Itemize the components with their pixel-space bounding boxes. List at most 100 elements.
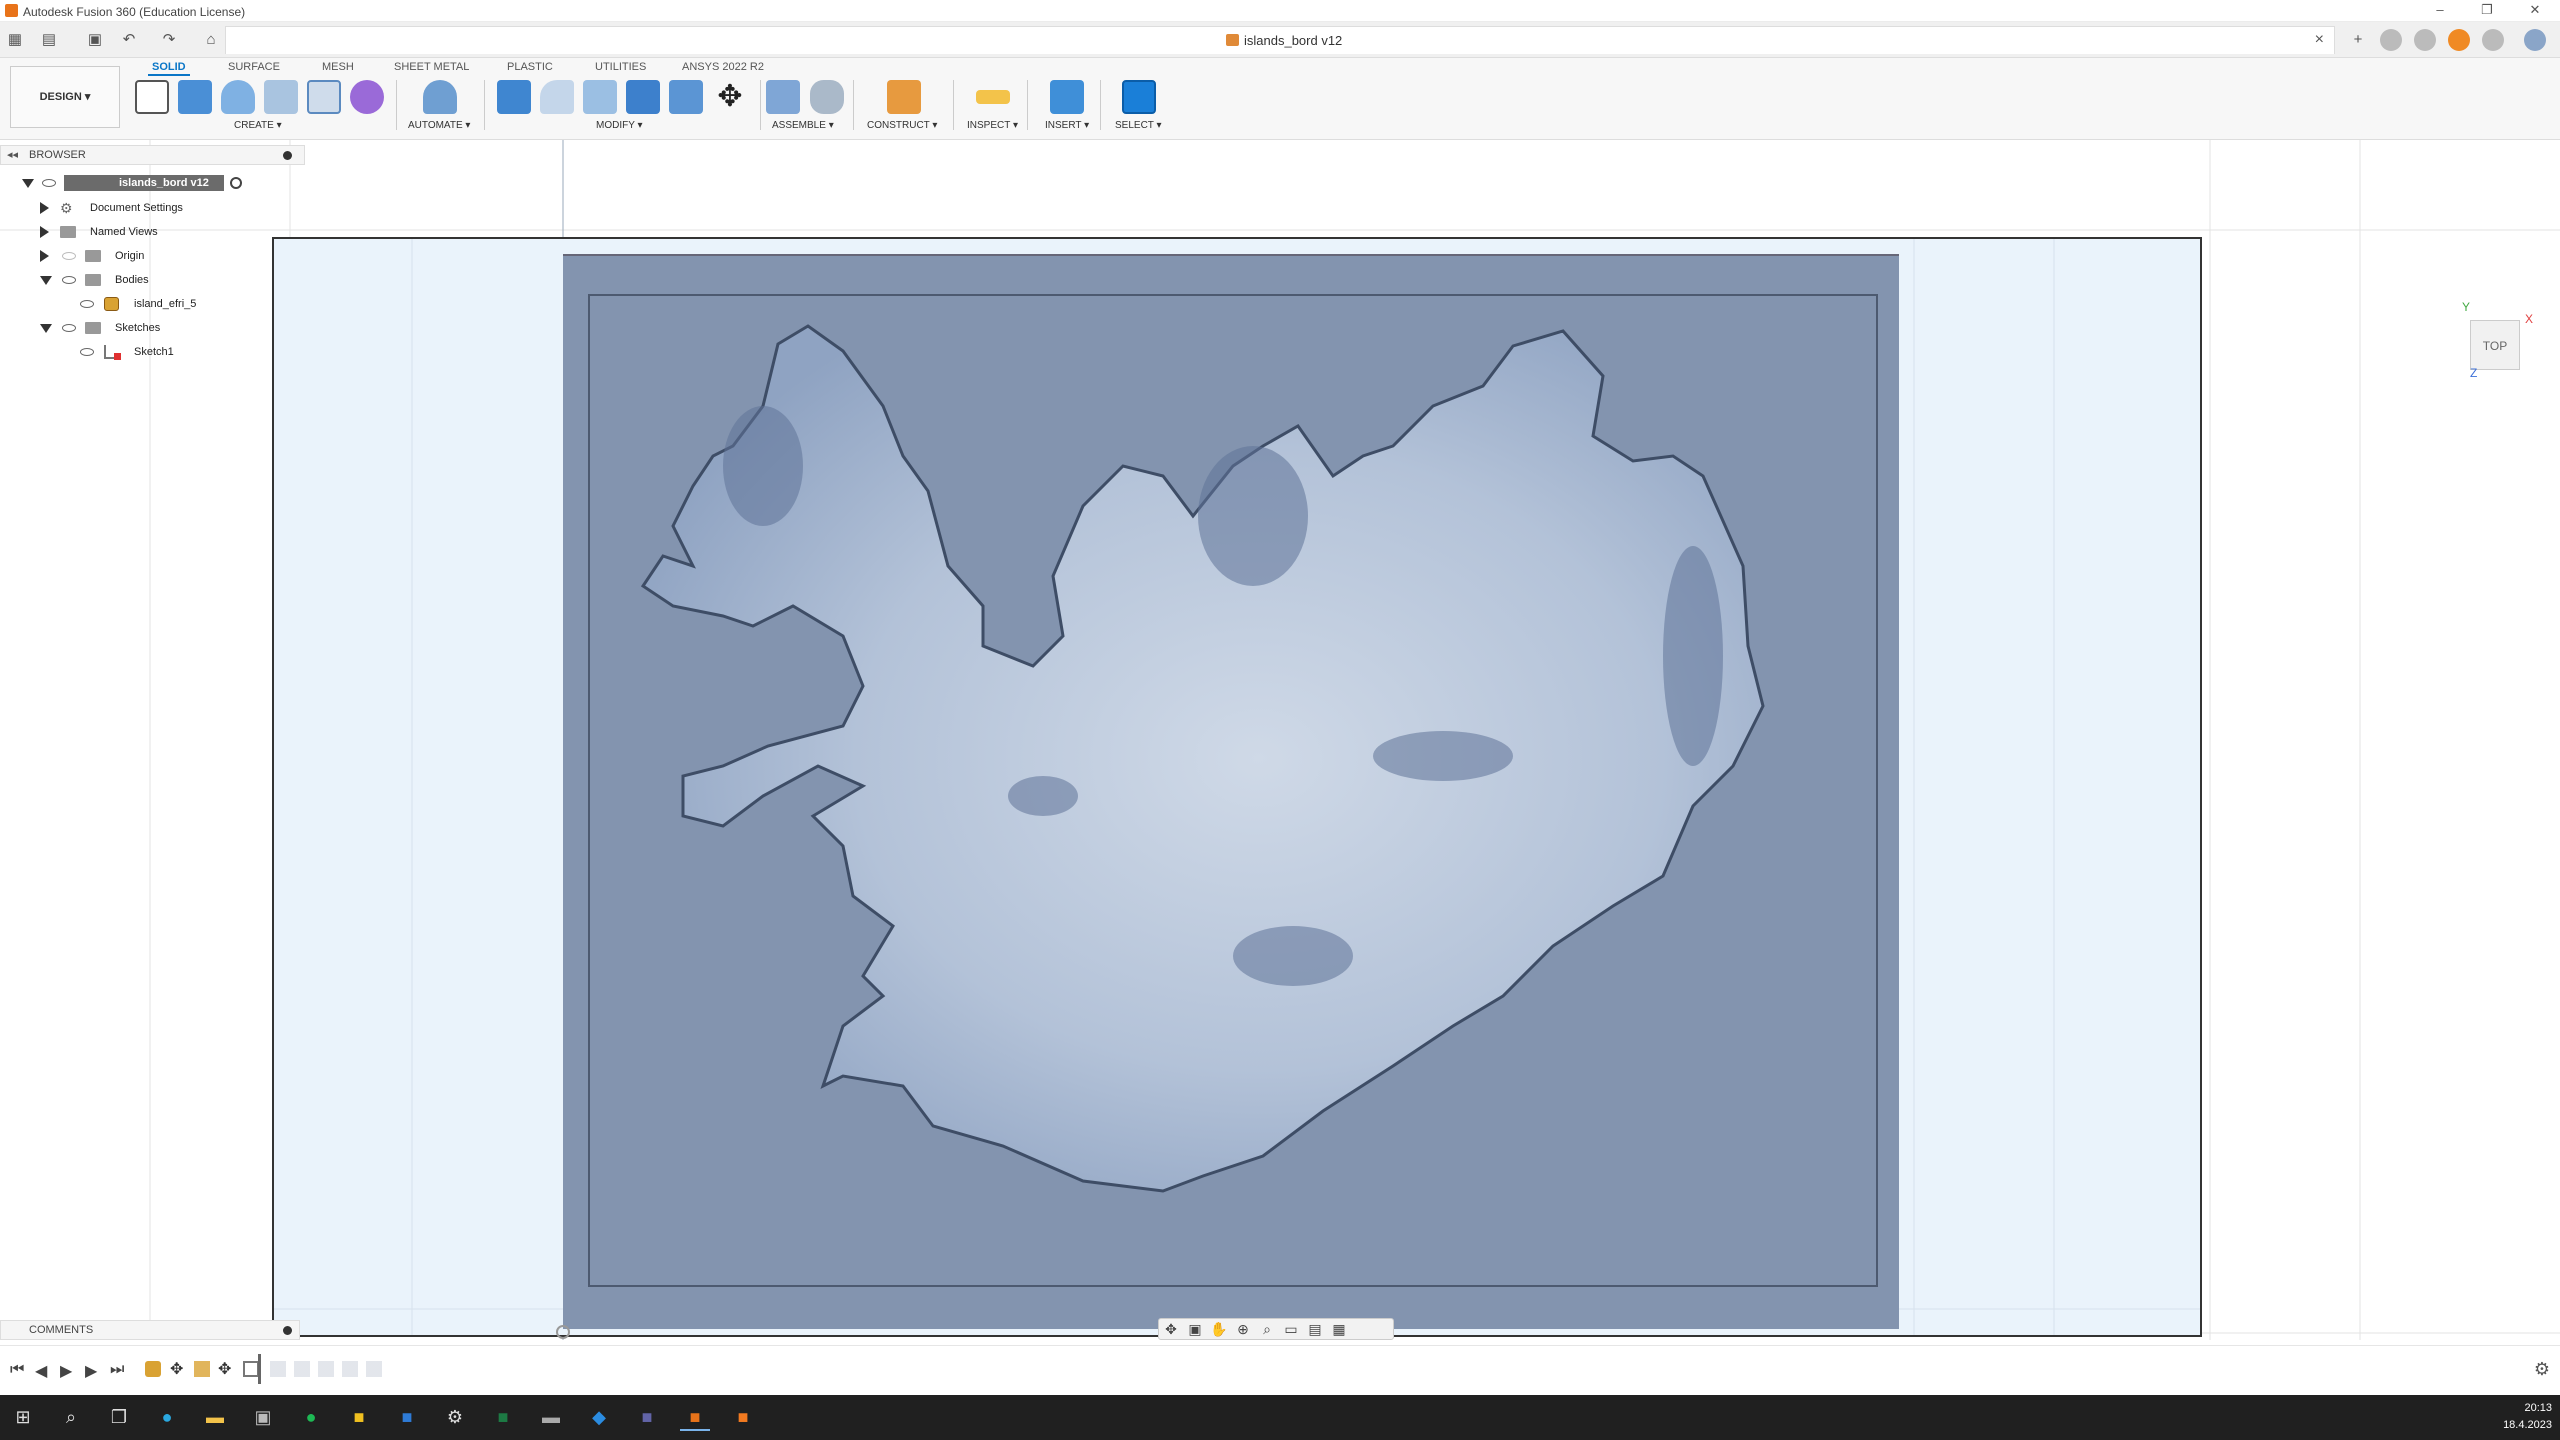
windows-start-icon[interactable]: ⊞ bbox=[8, 1403, 38, 1431]
visibility-eye-icon[interactable] bbox=[42, 179, 56, 187]
fusion-taskbar-icon[interactable]: ■ bbox=[680, 1403, 710, 1431]
save-icon[interactable]: ▣ bbox=[84, 29, 106, 51]
press-pull-icon[interactable] bbox=[497, 80, 531, 114]
extensions-icon[interactable] bbox=[2380, 29, 2402, 51]
select-menu[interactable]: SELECT ▾ bbox=[1115, 120, 1162, 131]
automate-menu[interactable]: AUTOMATE ▾ bbox=[408, 120, 470, 131]
timeline-suppressed-features[interactable] bbox=[270, 1361, 390, 1377]
minimize-button[interactable]: – bbox=[2425, 2, 2455, 20]
tab-mesh[interactable]: MESH bbox=[318, 60, 358, 76]
home-icon[interactable]: ⌂ bbox=[200, 29, 222, 51]
insert-menu[interactable]: INSERT ▾ bbox=[1045, 120, 1089, 131]
extrude-icon[interactable] bbox=[178, 80, 212, 114]
teams-icon[interactable]: ■ bbox=[632, 1403, 662, 1431]
tree-item-sketches[interactable]: Sketches bbox=[40, 318, 260, 338]
insert-image-icon[interactable] bbox=[1050, 80, 1084, 114]
visibility-eye-icon[interactable] bbox=[62, 324, 76, 332]
document-tab[interactable]: islands_bord v12 × bbox=[225, 26, 2335, 54]
tree-root[interactable]: islands_bord v12 bbox=[22, 173, 252, 193]
tab-utilities[interactable]: UTILITIES bbox=[591, 60, 650, 76]
play-icon[interactable]: ▶ bbox=[60, 1361, 72, 1381]
taskbar-app-icon[interactable]: ▬ bbox=[536, 1403, 566, 1431]
redo-icon[interactable]: ↷ bbox=[158, 29, 180, 51]
go-to-start-icon[interactable]: ⏮ bbox=[10, 1361, 24, 1379]
shell-icon[interactable] bbox=[669, 80, 703, 114]
go-to-end-icon[interactable]: ⏭ bbox=[110, 1361, 124, 1379]
combine-icon[interactable] bbox=[626, 80, 660, 114]
visibility-eye-icon[interactable] bbox=[62, 252, 76, 260]
pin-comments-icon[interactable] bbox=[283, 1326, 292, 1335]
undo-icon[interactable]: ↶ bbox=[118, 29, 140, 51]
move-copy-icon[interactable]: ✥ bbox=[713, 80, 747, 114]
viewports-icon[interactable]: ▦ bbox=[1327, 1319, 1351, 1339]
spotify-icon[interactable]: ● bbox=[296, 1403, 326, 1431]
notifications-icon[interactable] bbox=[2448, 29, 2470, 51]
tab-surface[interactable]: SURFACE bbox=[224, 60, 284, 76]
close-tab-icon[interactable]: × bbox=[2315, 31, 2324, 49]
view-cube[interactable]: TOP bbox=[2470, 320, 2520, 370]
zoom-icon[interactable]: ⊕ bbox=[1231, 1319, 1255, 1339]
tree-item-named-views[interactable]: Named Views bbox=[40, 222, 260, 242]
ms-store-icon[interactable]: ▣ bbox=[248, 1403, 278, 1431]
select-icon[interactable] bbox=[1122, 80, 1156, 114]
pin-browser-icon[interactable] bbox=[283, 151, 292, 160]
new-component-icon[interactable] bbox=[766, 80, 800, 114]
expand-triangle-icon[interactable] bbox=[40, 202, 49, 214]
tab-sheet-metal[interactable]: SHEET METAL bbox=[390, 60, 473, 76]
tree-item-origin[interactable]: Origin bbox=[40, 246, 260, 266]
canvas-viewport[interactable]: TOP X Y Z bbox=[0, 140, 2560, 1340]
joint-icon[interactable] bbox=[810, 80, 844, 114]
collapse-triangle-icon[interactable] bbox=[22, 179, 34, 188]
modify-menu[interactable]: MODIFY ▾ bbox=[596, 120, 643, 131]
inspect-menu[interactable]: INSPECT ▾ bbox=[967, 120, 1018, 131]
edge-browser-icon[interactable]: ● bbox=[152, 1403, 182, 1431]
step-forward-icon[interactable]: ▶ bbox=[85, 1361, 97, 1381]
file-explorer-icon[interactable]: ▬ bbox=[200, 1403, 230, 1431]
activate-radio-icon[interactable] bbox=[230, 177, 242, 189]
sticky-notes-icon[interactable]: ■ bbox=[344, 1403, 374, 1431]
collapse-browser-icon[interactable]: ◂◂ bbox=[7, 146, 18, 164]
create-sketch-icon[interactable] bbox=[135, 80, 169, 114]
pattern-icon[interactable] bbox=[307, 80, 341, 114]
fillet-icon[interactable] bbox=[540, 80, 574, 114]
timeline-marker[interactable] bbox=[258, 1354, 261, 1384]
fusion-launcher-icon[interactable]: ■ bbox=[728, 1403, 758, 1431]
user-avatar[interactable] bbox=[2524, 29, 2546, 51]
collapse-triangle-icon[interactable] bbox=[40, 324, 52, 333]
excel-icon[interactable]: ■ bbox=[488, 1403, 518, 1431]
look-at-icon[interactable]: ▣ bbox=[1183, 1319, 1207, 1339]
assemble-menu[interactable]: ASSEMBLE ▾ bbox=[772, 120, 834, 131]
measure-icon[interactable] bbox=[976, 90, 1010, 104]
tree-item-document-settings[interactable]: ⚙ Document Settings bbox=[40, 198, 260, 218]
new-tab-plus-icon[interactable]: + bbox=[2347, 29, 2369, 51]
tree-item-body[interactable]: island_efri_5 bbox=[78, 294, 278, 314]
timeline-move-feature-icon[interactable]: ✥ bbox=[218, 1359, 231, 1379]
job-status-icon[interactable] bbox=[2414, 29, 2436, 51]
island-body-plate[interactable] bbox=[563, 254, 1899, 1329]
fit-icon[interactable]: ⌕ bbox=[1255, 1319, 1279, 1339]
orbit-icon[interactable]: ✥ bbox=[1159, 1319, 1183, 1339]
timeline-move-feature-icon[interactable]: ✥ bbox=[170, 1359, 183, 1379]
tree-item-sketch[interactable]: Sketch1 bbox=[78, 342, 278, 362]
expand-triangle-icon[interactable] bbox=[40, 250, 49, 262]
help-icon[interactable] bbox=[2482, 29, 2504, 51]
timeline-body-feature-icon[interactable] bbox=[145, 1361, 161, 1377]
hole-icon[interactable] bbox=[264, 80, 298, 114]
tree-item-bodies[interactable]: Bodies bbox=[40, 270, 260, 290]
taskbar-search-icon[interactable]: ⌕ bbox=[56, 1403, 86, 1431]
tab-ansys[interactable]: ANSYS 2022 R2 bbox=[678, 60, 768, 76]
offset-plane-icon[interactable] bbox=[887, 80, 921, 114]
workspace-switcher[interactable]: DESIGN ▾ bbox=[10, 66, 120, 128]
comments-panel[interactable]: COMMENTS bbox=[0, 1320, 300, 1340]
expand-triangle-icon[interactable] bbox=[40, 226, 49, 238]
vscode-icon[interactable]: ◆ bbox=[584, 1403, 614, 1431]
timeline-feature-icon[interactable] bbox=[194, 1361, 210, 1377]
tab-solid[interactable]: SOLID bbox=[148, 60, 190, 76]
taskbar-clock[interactable]: 20:13 18.4.2023 bbox=[2503, 1400, 2552, 1434]
pan-icon[interactable]: ✋ bbox=[1207, 1319, 1231, 1339]
restore-button[interactable]: ❐ bbox=[2472, 2, 2502, 20]
timeline-settings-gear-icon[interactable]: ⚙ bbox=[2534, 1359, 2550, 1380]
visibility-eye-icon[interactable] bbox=[80, 300, 94, 308]
visibility-eye-icon[interactable] bbox=[62, 276, 76, 284]
tab-plastic[interactable]: PLASTIC bbox=[503, 60, 557, 76]
